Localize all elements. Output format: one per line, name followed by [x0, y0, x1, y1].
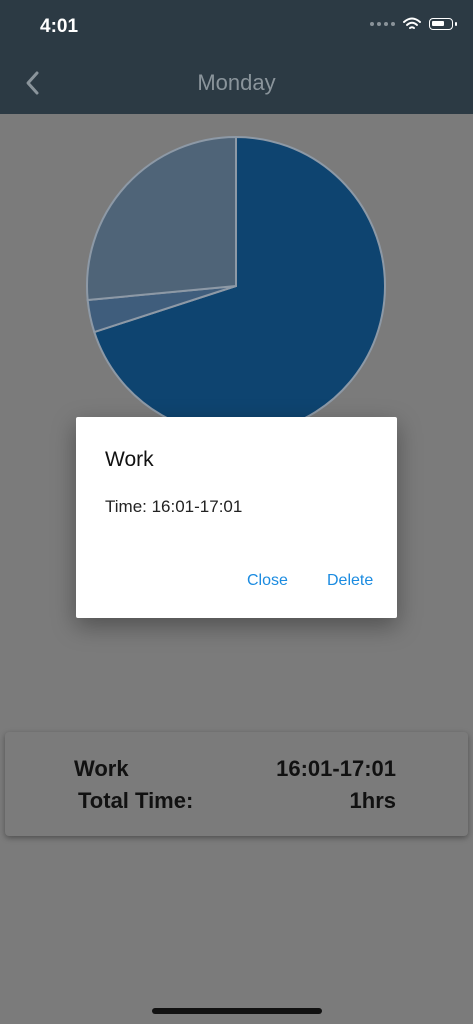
dialog-message: Time: 16:01-17:01 — [105, 497, 243, 516]
dialog-title: Work — [105, 448, 154, 471]
nav-bar: Monday — [0, 52, 473, 114]
battery-icon — [429, 18, 457, 30]
pie-slice-3[interactable] — [86, 135, 237, 302]
status-icons — [370, 17, 457, 31]
event-dialog: Work Time: 16:01-17:01 Close Delete — [76, 417, 397, 618]
pie-chart — [86, 135, 386, 436]
activity-time: 16:01-17:01 — [276, 756, 396, 781]
total-value: 1hrs — [349, 788, 396, 813]
summary-card: Work 16:01-17:01 Total Time: 1hrs — [5, 732, 468, 836]
activity-label: Work — [74, 756, 129, 781]
status-time: 4:01 — [40, 16, 79, 37]
cellular-signal-icon — [370, 22, 395, 26]
total-label: Total Time: — [78, 788, 194, 813]
delete-button[interactable]: Delete — [327, 572, 373, 590]
page-title: Monday — [197, 70, 276, 95]
status-bar: 4:01 — [0, 0, 473, 52]
close-button[interactable]: Close — [247, 572, 288, 590]
home-indicator — [152, 1008, 322, 1014]
wifi-icon — [403, 17, 421, 29]
